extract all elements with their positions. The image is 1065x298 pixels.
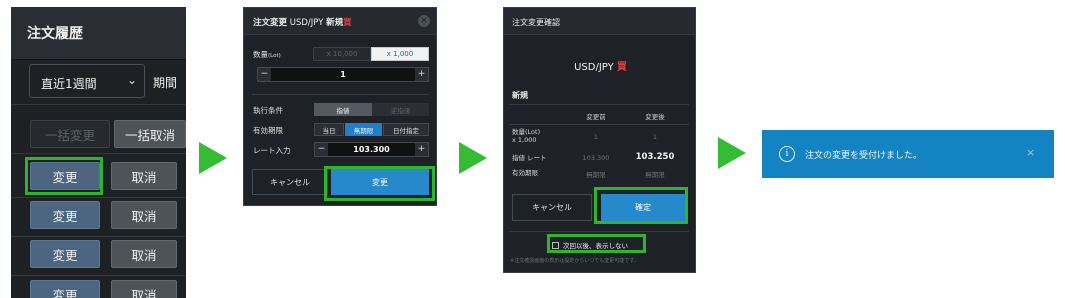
side-badge: 買 — [616, 62, 627, 73]
arrow-right-icon — [718, 137, 746, 169]
order-history-panel: 注文履歴 直近1週間 ⌄ 期間 一括変更 一括取消 変更 取消 変更 取消 変更… — [11, 7, 186, 298]
expiry-date-tab[interactable]: 日付指定 — [383, 123, 429, 136]
order-history-title: 注文履歴 — [27, 26, 83, 42]
minus-icon[interactable]: − — [315, 143, 328, 156]
order-change-button[interactable]: 変更 — [30, 240, 100, 268]
highlight-frame — [547, 234, 646, 253]
arrow-right-icon — [459, 142, 487, 174]
divider — [509, 231, 689, 232]
dialog-title-text: 注文変更 — [253, 18, 288, 28]
dialog-title: 注文変更確認 — [512, 18, 560, 27]
quantity-after: 1 — [652, 133, 658, 141]
expiry-after: 無期限 — [645, 171, 665, 179]
condition-stop-tab[interactable]: 逆指値 — [372, 103, 429, 116]
quantity-value[interactable]: 1 — [271, 68, 415, 81]
row-quantity-label-1: 数量(Lot) — [512, 128, 541, 136]
cancel-button[interactable]: キャンセル — [252, 169, 328, 195]
rate-after: 103.250 — [635, 152, 675, 162]
order-cancel-button[interactable]: 取消 — [111, 240, 177, 268]
order-type: 新規 — [326, 18, 344, 28]
rate-before: 103.300 — [582, 154, 610, 162]
qty-multiplier-10000[interactable]: x 10,000 — [313, 47, 371, 61]
expiry-today-tab[interactable]: 当日 — [314, 123, 344, 136]
minus-icon[interactable]: − — [258, 68, 271, 81]
currency-pair-line: USD/JPY 買 — [504, 58, 695, 73]
order-change-button[interactable]: 変更 — [30, 280, 100, 298]
quantity-label-text: 数量 — [253, 50, 268, 59]
order-cancel-button[interactable]: 取消 — [111, 280, 177, 298]
highlight-frame — [25, 157, 103, 195]
close-icon[interactable]: ✕ — [418, 15, 430, 27]
section-title: 新規 — [512, 91, 528, 100]
currency-pair: USD/JPY — [289, 18, 324, 28]
chevron-down-icon: ⌄ — [127, 73, 138, 87]
currency-pair: USD/JPY — [574, 62, 614, 73]
cancel-button[interactable]: キャンセル — [512, 194, 592, 221]
close-icon[interactable]: × — [1026, 146, 1035, 159]
highlight-frame — [324, 166, 435, 201]
success-toast: i 注文の変更を受付けました。 × — [762, 130, 1054, 178]
rate-label: レート入力 — [253, 146, 291, 155]
highlight-frame — [594, 187, 688, 224]
order-change-button[interactable]: 変更 — [30, 201, 100, 229]
bulk-cancel-button[interactable]: 一括取消 — [114, 120, 186, 148]
divider — [11, 153, 186, 154]
rate-stepper[interactable]: − 103.300 + — [314, 142, 429, 157]
order-cancel-button[interactable]: 取消 — [111, 201, 177, 229]
expiry-before: 無期限 — [586, 171, 606, 179]
settings-note: ※注文確認画面の表示は設定からいつでも変更可能です。 — [510, 258, 639, 264]
order-cancel-button[interactable]: 取消 — [111, 162, 177, 190]
divider — [11, 104, 186, 105]
info-icon: i — [779, 146, 795, 162]
divider — [509, 124, 689, 125]
row-expiry-label: 有効期限 — [512, 169, 538, 177]
expiry-unlimited-tab[interactable]: 無期限 — [345, 123, 382, 136]
bulk-change-button[interactable]: 一括変更 — [30, 120, 110, 148]
row-rate-label: 指値 レート — [512, 154, 547, 162]
period-select[interactable]: 直近1週間 ⌄ — [29, 64, 145, 98]
plus-icon[interactable]: + — [415, 143, 428, 156]
dialog-title: 注文変更 USD/JPY 新規買 — [253, 16, 352, 28]
divider — [509, 104, 689, 105]
divider — [252, 94, 430, 95]
row-quantity-label-2: x 1,000 — [512, 136, 537, 144]
quantity-stepper[interactable]: − 1 + — [257, 67, 429, 82]
plus-icon[interactable]: + — [415, 68, 428, 81]
condition-limit-tab[interactable]: 指値 — [314, 103, 372, 116]
row-quantity-label: 数量(Lot) x 1,000 — [512, 128, 540, 144]
divider — [11, 197, 186, 198]
toast-message: 注文の変更を受付けました。 — [805, 151, 923, 161]
quantity-label: 数量(Lot) — [253, 49, 281, 60]
condition-label: 執行条件 — [253, 106, 283, 115]
rate-value[interactable]: 103.300 — [328, 143, 415, 156]
expiry-label: 有効期限 — [253, 126, 283, 135]
column-after: 変更後 — [645, 113, 665, 121]
divider — [11, 236, 186, 237]
quantity-unit: (Lot) — [268, 53, 281, 59]
period-select-value: 直近1週間 — [41, 77, 97, 91]
arrow-right-icon — [199, 142, 227, 174]
qty-multiplier-1000[interactable]: x 1,000 — [371, 47, 429, 61]
period-label: 期間 — [153, 76, 178, 90]
divider — [11, 275, 186, 276]
quantity-before: 1 — [593, 133, 599, 141]
side-badge: 買 — [343, 18, 352, 28]
column-before: 変更前 — [586, 113, 606, 121]
